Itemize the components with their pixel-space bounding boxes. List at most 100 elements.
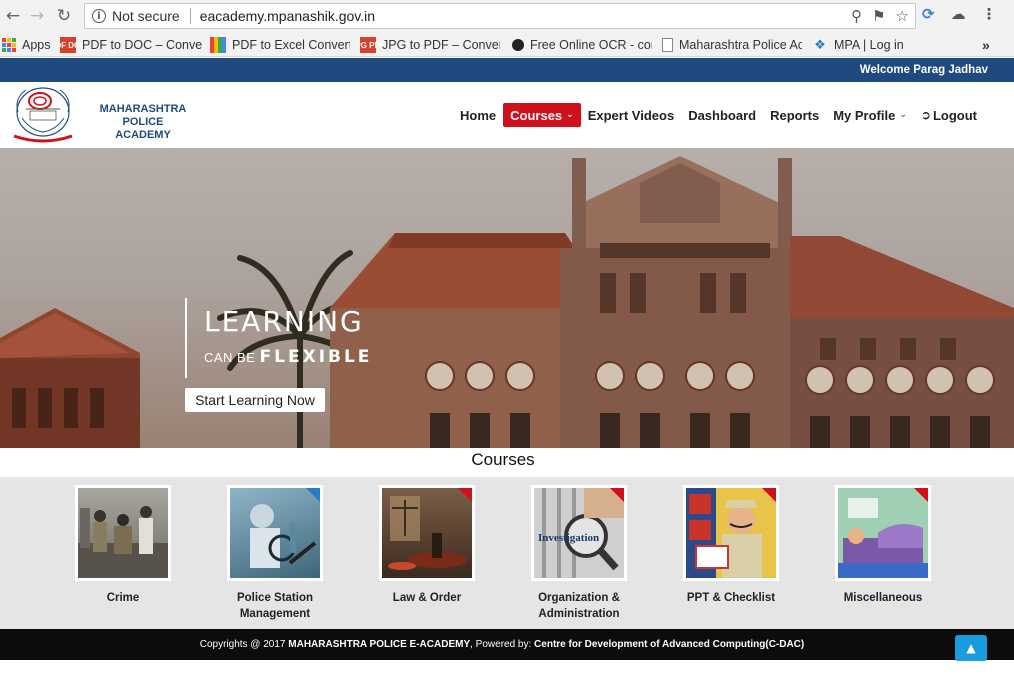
- footer-powered: , Powered by:: [470, 639, 535, 650]
- apps-grid-icon: [2, 38, 16, 52]
- footer-org: MAHARASHTRA POLICE E-ACADEMY: [288, 639, 471, 650]
- course-image-ppt[interactable]: [683, 485, 779, 581]
- bookmark-label: JPG to PDF – Convert: [382, 38, 500, 52]
- mpa-logo-icon: ❖: [814, 37, 826, 53]
- site-header: MAHARASHTRA POLICE ACADEMY Home Courses ⌄…: [0, 82, 1014, 148]
- courses-grid: Crime Police Station Management Law & Or…: [0, 477, 1014, 629]
- course-image-law-order[interactable]: [379, 485, 475, 581]
- reload-icon[interactable]: ↻: [53, 5, 75, 27]
- course-corner-ribbon: [913, 488, 928, 503]
- course-image-miscellaneous[interactable]: [835, 485, 931, 581]
- jpg-pdf-icon: JPG PDF: [360, 37, 385, 53]
- nav-courses-label: Courses: [510, 107, 563, 123]
- info-icon[interactable]: i: [92, 9, 106, 23]
- site-footer: Copyrights @ 2017 MAHARASHTRA POLICE E-A…: [0, 629, 1014, 660]
- brand-line-1: MAHARASHTRA POLICE: [99, 103, 187, 128]
- course-corner-ribbon: [305, 488, 320, 503]
- course-image-text: Investigation: [538, 532, 600, 544]
- url-text[interactable]: eacademy.mpanashik.gov.in: [200, 8, 375, 24]
- bookmark-label: Apps: [22, 38, 51, 52]
- url-divider: [189, 8, 191, 24]
- bookmark-free-ocr[interactable]: Free Online OCR - cor: [512, 36, 652, 54]
- extension-pin-icon[interactable]: ⚑: [872, 7, 885, 25]
- footer-prefix: Copyrights @ 2017: [199, 639, 289, 650]
- bookmark-jpg-to-pdf[interactable]: JPG PDF JPG to PDF – Convert: [360, 36, 500, 54]
- bookmark-label: Maharashtra Police Ac: [679, 38, 802, 52]
- hero-title: LEARNING: [204, 305, 364, 338]
- bookmark-mpa-login[interactable]: ❖ MPA | Log in: [812, 36, 912, 54]
- pdf-doc-icon: PDF DOC: [60, 37, 86, 53]
- bookmark-apps[interactable]: Apps: [2, 36, 51, 54]
- bookmark-label: Free Online OCR - cor: [530, 38, 652, 52]
- course-card-miscellaneous[interactable]: Miscellaneous: [835, 485, 931, 606]
- bookmark-maharashtra-police[interactable]: Maharashtra Police Ac: [662, 36, 802, 54]
- nav-home-label: Home: [460, 107, 497, 123]
- address-bar[interactable]: i Not secure eacademy.mpanashik.gov.in ⚲…: [84, 3, 916, 29]
- back-icon[interactable]: ←: [2, 5, 24, 27]
- forward-icon[interactable]: →: [26, 5, 48, 27]
- nav-reports[interactable]: Reports: [763, 103, 826, 127]
- ocr-icon: [512, 39, 524, 51]
- browser-toolbar: ← → ↻ i Not secure eacademy.mpanashik.go…: [0, 0, 1014, 32]
- star-icon[interactable]: ☆: [896, 7, 909, 25]
- nav-my-profile[interactable]: My Profile ⌄: [826, 103, 914, 127]
- mpa-emblem-logo[interactable]: [10, 84, 76, 146]
- course-corner-ribbon: [457, 488, 472, 503]
- course-image-crime[interactable]: [75, 485, 171, 581]
- course-label[interactable]: PPT & Checklist: [683, 590, 779, 606]
- course-image-organization[interactable]: Investigation: [531, 485, 627, 581]
- welcome-bar: Welcome Parag Jadhav: [0, 58, 1014, 82]
- nav-logout[interactable]: ➲ Logout: [914, 103, 984, 127]
- course-label[interactable]: Miscellaneous: [835, 590, 931, 606]
- chevron-up-icon[interactable]: ▲: [955, 635, 987, 661]
- course-image-police-station[interactable]: [227, 485, 323, 581]
- brand-name: MAHARASHTRA POLICE ACADEMY: [82, 103, 204, 142]
- course-card-police-station-management[interactable]: Police Station Management: [227, 485, 323, 622]
- start-learning-button[interactable]: Start Learning Now: [185, 388, 325, 412]
- bookmark-label: MPA | Log in: [834, 38, 904, 52]
- zoom-icon[interactable]: ⚲: [851, 7, 862, 25]
- hero-sub-emph: FLEXIBLE: [259, 347, 373, 367]
- hero-subtitle: CAN BE FLEXIBLE: [204, 347, 372, 367]
- nav-my-profile-label: My Profile: [833, 107, 896, 123]
- course-card-law-order[interactable]: Law & Order: [379, 485, 475, 606]
- courses-heading: Courses: [471, 450, 535, 469]
- bookmarks-bar: Apps PDF DOC PDF to DOC – Convert PDF to…: [0, 32, 1014, 57]
- hero-tagline: LEARNING CAN BE FLEXIBLE: [185, 298, 372, 378]
- logout-icon: ➲: [920, 108, 931, 122]
- nav-expert-videos-label: Expert Videos: [587, 107, 675, 123]
- course-label[interactable]: Police Station Management: [227, 590, 323, 622]
- pdf-excel-icon: [210, 37, 226, 53]
- nav-logout-label: Logout: [932, 107, 977, 123]
- course-card-crime[interactable]: Crime: [75, 485, 171, 606]
- bookmark-label: PDF to Excel Converte: [232, 38, 350, 52]
- nav-reports-label: Reports: [770, 107, 820, 123]
- course-label[interactable]: Law & Order: [379, 590, 475, 606]
- police-officers-photo: [78, 506, 168, 578]
- nav-courses[interactable]: Courses ⌄: [503, 103, 581, 127]
- main-nav: Home Courses ⌄ Expert Videos Dashboard Re…: [453, 103, 984, 127]
- cloud-extension-icon[interactable]: ☁: [951, 5, 966, 23]
- more-bookmarks-icon[interactable]: »: [982, 36, 990, 54]
- bookmark-pdf-to-doc[interactable]: PDF DOC PDF to DOC – Convert: [60, 36, 202, 54]
- page-icon: [662, 38, 673, 52]
- menu-kebab-icon[interactable]: ⋮: [982, 5, 997, 23]
- chevron-down-icon: ⌄: [566, 110, 574, 120]
- academy-building-illustration: [0, 148, 1014, 448]
- nav-dashboard[interactable]: Dashboard: [681, 103, 763, 127]
- bookmark-label: PDF to DOC – Convert: [82, 38, 202, 52]
- hero-banner: LEARNING CAN BE FLEXIBLE Start Learning …: [0, 148, 1014, 448]
- sync-extension-icon[interactable]: ⟳: [922, 5, 935, 23]
- nav-dashboard-label: Dashboard: [688, 107, 757, 123]
- nav-expert-videos[interactable]: Expert Videos: [581, 103, 681, 127]
- hero-sub-prefix: CAN BE: [204, 350, 256, 365]
- chevron-down-icon: ⌄: [899, 110, 907, 120]
- course-corner-ribbon: [609, 488, 624, 503]
- nav-home[interactable]: Home: [453, 103, 503, 127]
- course-label[interactable]: Organization & Administration: [531, 590, 627, 622]
- footer-cdac: Centre for Development of Advanced Compu…: [534, 639, 805, 650]
- course-card-ppt-checklist[interactable]: PPT & Checklist: [683, 485, 779, 606]
- course-label[interactable]: Crime: [75, 590, 171, 606]
- course-card-organization-administration[interactable]: Investigation Organization & Administrat…: [531, 485, 627, 622]
- bookmark-pdf-to-excel[interactable]: PDF to Excel Converte: [210, 36, 350, 54]
